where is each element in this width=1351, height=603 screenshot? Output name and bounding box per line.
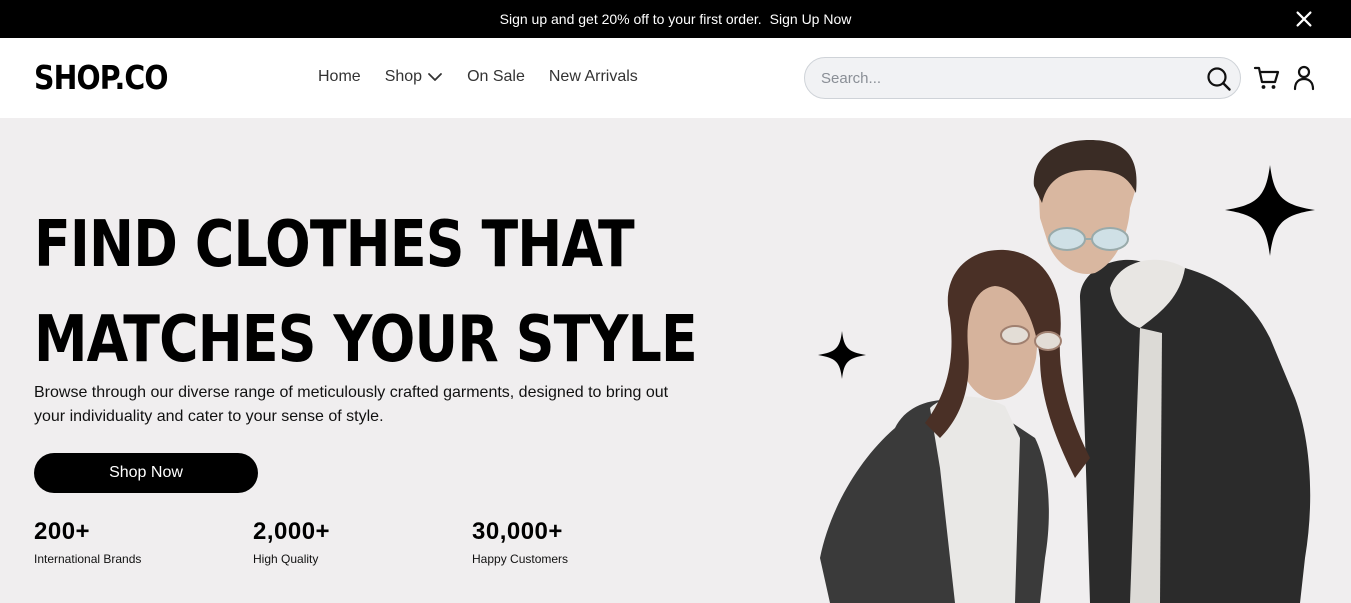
stat-customers: 30,000+ Happy Customers	[472, 518, 568, 566]
stat-quality: 2,000+ High Quality	[253, 518, 330, 566]
stat-brands: 200+ International Brands	[34, 518, 141, 566]
stat-value: 200+	[34, 518, 91, 545]
main-nav: Home Shop On Sale New Arrivals	[318, 68, 638, 86]
hero-section: FIND CLOTHES THAT MATCHES YOUR STYLE Bro…	[0, 118, 1351, 603]
stat-value: 2,000+	[253, 518, 331, 545]
sparkle-icon	[818, 331, 866, 379]
hero-model-image	[818, 140, 1315, 603]
stat-label: High Quality	[253, 552, 319, 566]
nav-shop[interactable]: Shop	[385, 68, 443, 86]
nav-new-arrivals[interactable]: New Arrivals	[549, 68, 638, 86]
cart-icon[interactable]	[1253, 64, 1281, 92]
chevron-down-icon	[428, 73, 442, 81]
hero-headline-line1: FIND CLOTHES THAT	[34, 208, 635, 282]
site-header: SHOP.CO Home Shop On Sale New Arrivals	[0, 38, 1351, 118]
announcement-text: Sign up and get 20% off to your first or…	[499, 11, 762, 27]
site-logo[interactable]: SHOP.CO	[34, 58, 168, 97]
search-bar	[804, 57, 1241, 99]
stat-label: International Brands	[34, 552, 142, 566]
nav-on-sale[interactable]: On Sale	[467, 68, 525, 86]
hero-headline: FIND CLOTHES THAT MATCHES YOUR STYLE	[34, 198, 698, 388]
close-icon[interactable]	[1293, 8, 1315, 30]
hero-description: Browse through our diverse range of meti…	[34, 384, 669, 425]
sign-up-link[interactable]: Sign Up Now	[770, 11, 852, 27]
search-icon[interactable]	[1206, 66, 1232, 92]
user-icon[interactable]	[1291, 64, 1319, 92]
nav-home[interactable]: Home	[318, 68, 361, 86]
sparkle-icon	[1225, 165, 1315, 256]
stat-label: Happy Customers	[472, 552, 569, 566]
announcement-bar: Sign up and get 20% off to your first or…	[0, 0, 1351, 38]
shop-now-button[interactable]: Shop Now	[34, 453, 258, 493]
nav-shop-label: Shop	[384, 68, 423, 85]
hero-headline-line2: MATCHES YOUR STYLE	[34, 303, 698, 377]
search-input[interactable]	[821, 69, 1191, 87]
stat-value: 30,000+	[472, 518, 563, 545]
